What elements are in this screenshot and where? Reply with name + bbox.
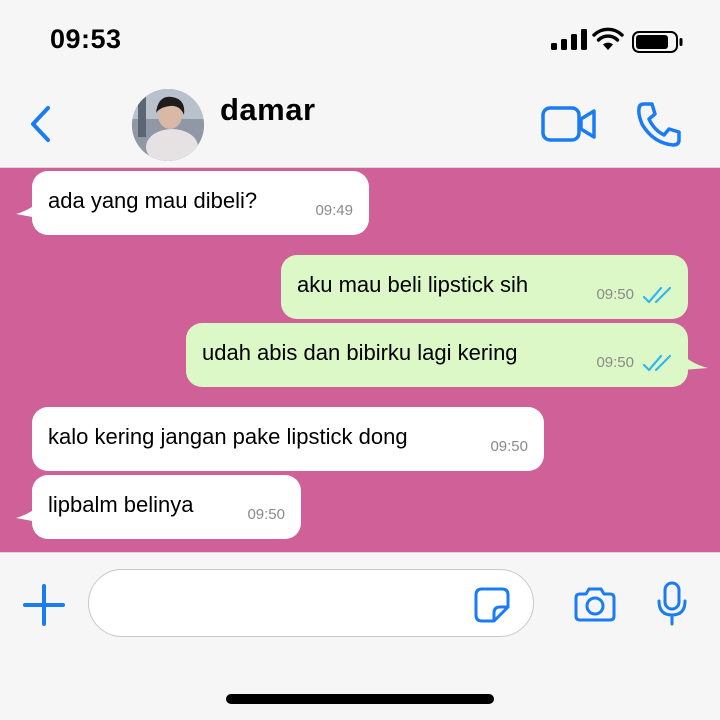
message-text: kalo kering jangan pake lipstick dong (48, 424, 408, 449)
chevron-left-icon[interactable] (26, 104, 56, 144)
video-camera-icon[interactable] (541, 104, 597, 144)
message-time: 09:50 (247, 506, 285, 523)
microphone-icon[interactable] (654, 581, 690, 627)
wifi-icon (592, 27, 624, 50)
message-time: 09:50 (596, 354, 634, 371)
message-text: udah abis dan bibirku lagi kering (202, 340, 518, 365)
contact-name[interactable]: damar (220, 92, 316, 128)
message-text: ada yang mau dibeli? (48, 188, 258, 213)
message-bubble-incoming[interactable]: ada yang mau dibeli? 09:49 (32, 171, 369, 235)
message-text: aku mau beli lipstick sih (297, 272, 529, 297)
message-bubble-incoming[interactable]: lipbalm belinya 09:50 (32, 475, 301, 539)
status-time: 09:53 (50, 24, 122, 54)
chat-header: damar (0, 80, 720, 168)
avatar-photo (132, 89, 204, 161)
plus-icon[interactable] (22, 583, 66, 627)
message-bubble-outgoing[interactable]: aku mau beli lipstick sih 09:50 (281, 255, 688, 319)
battery-icon (632, 31, 683, 53)
input-bar (0, 552, 720, 720)
message-text: lipbalm belinya (48, 492, 194, 517)
status-bar: 09:53 (0, 0, 720, 80)
message-bubble-incoming[interactable]: kalo kering jangan pake lipstick dong 09… (32, 407, 544, 471)
avatar[interactable] (132, 89, 204, 161)
sticker-icon[interactable] (474, 587, 510, 623)
double-check-icon (642, 286, 672, 304)
home-indicator[interactable] (226, 694, 494, 704)
message-bubble-outgoing[interactable]: udah abis dan bibirku lagi kering 09:50 (186, 323, 688, 387)
message-time: 09:49 (315, 202, 353, 219)
phone-icon[interactable] (635, 100, 681, 148)
message-time: 09:50 (596, 286, 634, 303)
chat-messages[interactable]: ada yang mau dibeli? 09:49 aku mau beli … (0, 168, 720, 552)
message-input[interactable] (88, 569, 534, 637)
signal-icon (551, 29, 587, 50)
double-check-icon (642, 354, 672, 372)
camera-icon[interactable] (574, 586, 616, 622)
message-time: 09:50 (490, 438, 528, 455)
